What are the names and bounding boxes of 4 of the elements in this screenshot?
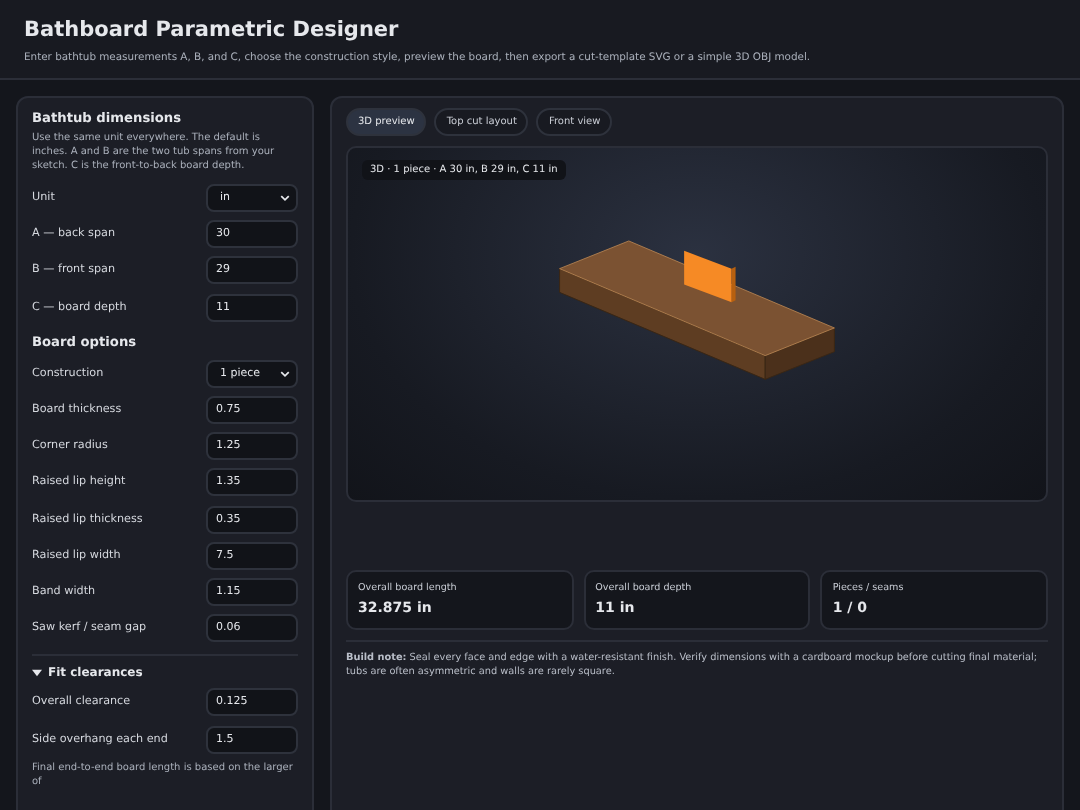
chevron-down-icon xyxy=(280,194,290,203)
chevron-down-icon xyxy=(280,369,290,378)
caret-icon xyxy=(32,668,42,679)
page-title: Bathboard Parametric Designer xyxy=(24,18,401,42)
